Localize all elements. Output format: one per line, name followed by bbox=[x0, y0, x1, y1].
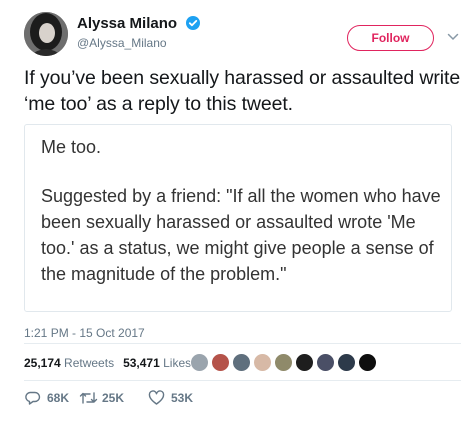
verified-badge-icon bbox=[185, 16, 200, 30]
liker-avatar[interactable] bbox=[253, 353, 272, 372]
liker-avatar[interactable] bbox=[232, 353, 251, 372]
image-text-paragraph: Suggested by a friend: "If all the women… bbox=[41, 186, 441, 284]
tweet-image[interactable]: Me too. Suggested by a friend: "If all t… bbox=[24, 124, 452, 312]
liker-avatar[interactable] bbox=[358, 353, 377, 372]
tweet-text: If you’ve been sexually harassed or assa… bbox=[24, 67, 461, 115]
likes-label: Likes bbox=[163, 356, 192, 370]
divider bbox=[24, 380, 461, 381]
author-info: Alyssa Milano @Alyssa_Milano bbox=[77, 15, 200, 50]
tweet-timestamp[interactable]: 1:21 PM - 15 Oct 2017 bbox=[24, 326, 145, 340]
image-text-line: Me too. bbox=[41, 137, 102, 157]
user-handle[interactable]: @Alyssa_Milano bbox=[77, 36, 200, 50]
heart-icon bbox=[148, 390, 165, 405]
tweet-stats: 25,174 Retweets 53,471 Likes bbox=[24, 356, 191, 370]
liker-avatar[interactable] bbox=[190, 353, 209, 372]
follow-button[interactable]: Follow bbox=[347, 25, 434, 51]
display-name[interactable]: Alyssa Milano bbox=[77, 15, 177, 32]
avatar[interactable] bbox=[24, 12, 68, 56]
likes-count: 53,471 bbox=[123, 356, 160, 370]
reply-count: 68K bbox=[47, 391, 70, 405]
like-count: 53K bbox=[171, 391, 194, 405]
likes-stat[interactable]: 53,471 Likes bbox=[123, 356, 191, 370]
retweet-count: 25K bbox=[102, 391, 125, 405]
divider bbox=[24, 343, 461, 344]
retweets-stat[interactable]: 25,174 Retweets bbox=[24, 356, 114, 370]
tweet-header: Alyssa Milano @Alyssa_Milano Follow bbox=[24, 12, 461, 64]
retweets-label: Retweets bbox=[64, 356, 115, 370]
retweet-icon bbox=[79, 392, 98, 404]
chevron-down-icon[interactable] bbox=[447, 32, 459, 42]
tweet-card: Alyssa Milano @Alyssa_Milano Follow If y… bbox=[0, 0, 475, 421]
liker-avatar[interactable] bbox=[274, 353, 293, 372]
liker-avatar[interactable] bbox=[316, 353, 335, 372]
liker-avatar[interactable] bbox=[295, 353, 314, 372]
liker-avatar[interactable] bbox=[211, 353, 230, 372]
liker-avatar[interactable] bbox=[337, 353, 356, 372]
reply-icon bbox=[25, 391, 41, 405]
retweets-count: 25,174 bbox=[24, 356, 61, 370]
